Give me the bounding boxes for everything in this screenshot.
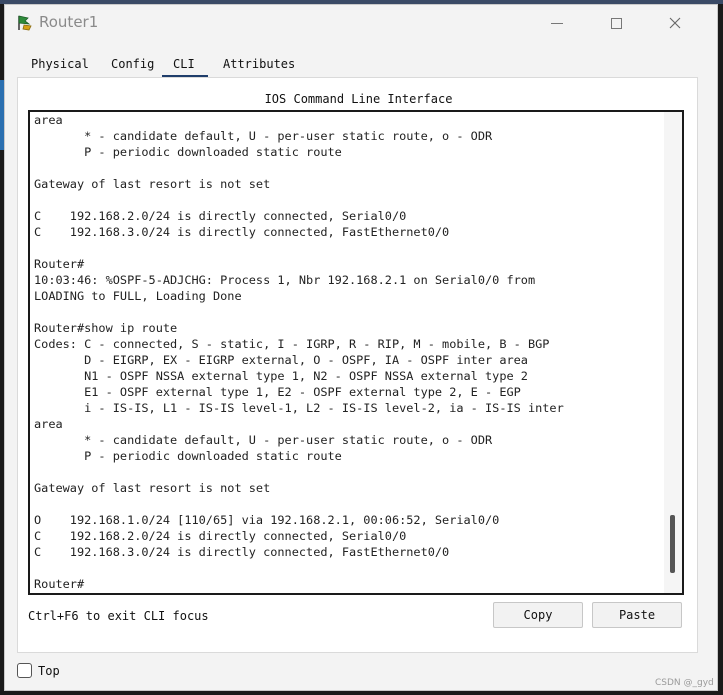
terminal-line: Router#	[34, 577, 85, 591]
maximize-button[interactable]	[594, 9, 638, 37]
terminal-line: * - candidate default, U - per-user stat…	[34, 129, 493, 143]
scrollbar-thumb[interactable]	[670, 515, 675, 573]
maximize-icon	[610, 17, 622, 29]
close-button[interactable]	[653, 9, 697, 37]
router-app-icon	[15, 13, 35, 33]
close-icon	[669, 17, 681, 29]
top-checkbox[interactable]	[17, 663, 32, 678]
top-label: Top	[38, 663, 60, 678]
terminal-line: O 192.168.1.0/24 [110/65] via 192.168.2.…	[34, 513, 500, 527]
window-title: Router1	[39, 13, 99, 31]
terminal-line: area	[34, 113, 63, 127]
title-bar[interactable]: Router1	[5, 5, 719, 41]
terminal-line: Router#	[34, 257, 85, 271]
terminal-line: C 192.168.2.0/24 is directly connected, …	[34, 209, 407, 223]
terminal-line: C 192.168.2.0/24 is directly connected, …	[34, 529, 407, 543]
cli-terminal[interactable]: area * - candidate default, U - per-user…	[28, 110, 684, 595]
minimize-button[interactable]	[535, 9, 579, 37]
paste-button[interactable]: Paste	[592, 602, 682, 628]
terminal-line: 10:03:46: %OSPF-5-ADJCHG: Process 1, Nbr…	[34, 273, 536, 287]
terminal-line: Gateway of last resort is not set	[34, 481, 271, 495]
terminal-line: LOADING to FULL, Loading Done	[34, 289, 242, 303]
terminal-output: area * - candidate default, U - per-user…	[34, 112, 660, 592]
minimize-icon	[551, 22, 563, 24]
terminal-line: * - candidate default, U - per-user stat…	[34, 433, 493, 447]
terminal-line: Router#show ip route	[34, 321, 178, 335]
cli-panel: IOS Command Line Interface area * - cand…	[17, 77, 698, 653]
terminal-line: i - IS-IS, L1 - IS-IS level-1, L2 - IS-I…	[34, 401, 564, 415]
terminal-line: C 192.168.3.0/24 is directly connected, …	[34, 545, 450, 559]
tab-physical[interactable]: Physical	[23, 53, 97, 79]
top-option[interactable]: Top	[17, 663, 60, 678]
terminal-line: C 192.168.3.0/24 is directly connected, …	[34, 225, 450, 239]
terminal-scrollbar[interactable]	[664, 112, 682, 593]
terminal-line: P - periodic downloaded static route	[34, 449, 342, 463]
router-window: Router1 Physical Config CLI Attributes I…	[4, 4, 718, 691]
copy-button[interactable]: Copy	[493, 602, 583, 628]
cli-focus-hint: Ctrl+F6 to exit CLI focus	[28, 609, 209, 623]
watermark: CSDN @_gyd	[655, 678, 714, 688]
terminal-line: Codes: C - connected, S - static, I - IG…	[34, 337, 550, 351]
terminal-line: D - EIGRP, EX - EIGRP external, O - OSPF…	[34, 353, 528, 367]
terminal-line: E1 - OSPF external type 1, E2 - OSPF ext…	[34, 385, 521, 399]
terminal-line: P - periodic downloaded static route	[34, 145, 342, 159]
tab-attributes[interactable]: Attributes	[215, 53, 303, 79]
terminal-line: area	[34, 417, 63, 431]
cli-heading: IOS Command Line Interface	[264, 92, 453, 106]
terminal-line: Gateway of last resort is not set	[34, 177, 271, 191]
tab-config[interactable]: Config	[103, 53, 162, 79]
terminal-line: N1 - OSPF NSSA external type 1, N2 - OSP…	[34, 369, 528, 383]
